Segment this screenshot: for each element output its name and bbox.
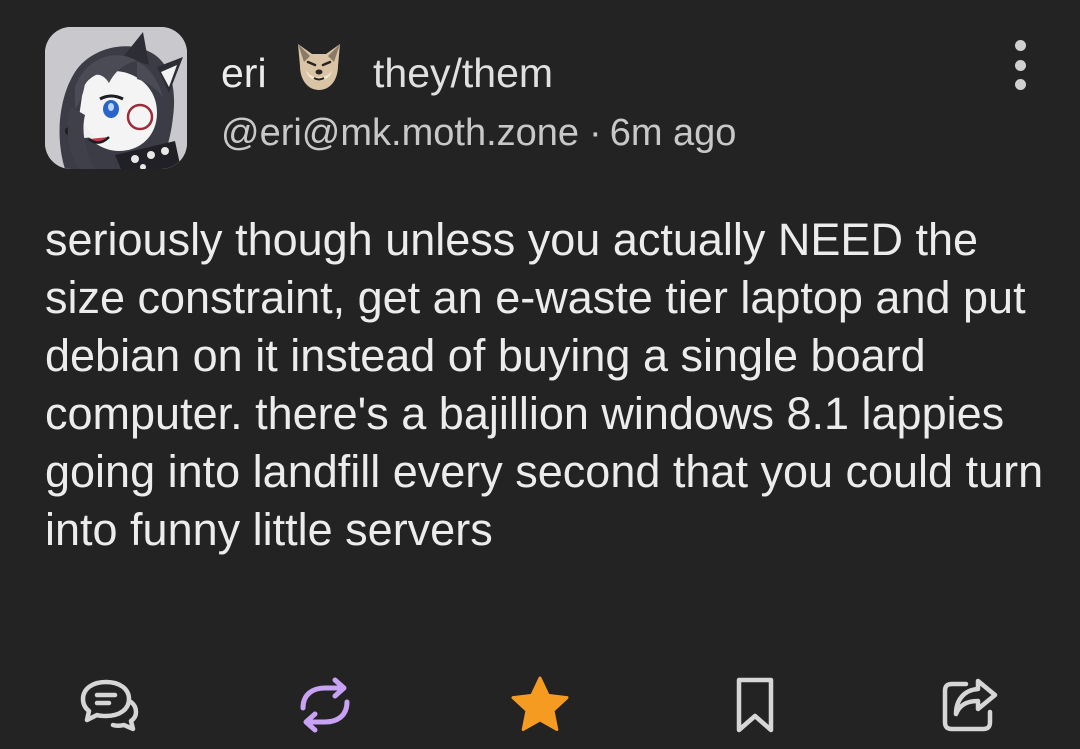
meta-separator: ·	[589, 112, 602, 154]
more-options-icon[interactable]	[1000, 40, 1040, 90]
post-timestamp[interactable]: 6m ago	[610, 112, 737, 154]
author-meta: @eri@mk.moth.zone · 6m ago	[221, 109, 736, 157]
status-post: eri they/them @eri@mk.moth.zone · 6m ago s…	[0, 0, 1080, 749]
boost-icon	[300, 677, 350, 733]
anime-wolf-avatar-image	[45, 27, 187, 169]
favourite-button[interactable]	[505, 670, 575, 740]
share-icon	[942, 678, 998, 732]
more-dot	[1014, 59, 1026, 71]
action-bar	[0, 670, 1080, 740]
post-content: seriously though unless you actually NEE…	[45, 214, 1044, 555]
wolf-face-emoji-icon	[290, 36, 348, 94]
more-dot	[1014, 79, 1026, 90]
account-handle[interactable]: @eri@mk.moth.zone	[221, 112, 579, 154]
pronouns: they/them	[373, 50, 554, 96]
avatar[interactable]	[45, 27, 187, 169]
boost-button[interactable]	[290, 670, 360, 740]
favourite-star-icon	[511, 676, 569, 731]
reply-button[interactable]	[74, 670, 144, 740]
more-dot	[1014, 40, 1026, 51]
display-name[interactable]: eri	[221, 48, 267, 98]
bookmark-icon	[736, 677, 774, 733]
share-button[interactable]	[935, 670, 1005, 740]
bookmark-button[interactable]	[720, 670, 790, 740]
reply-icon	[80, 679, 139, 732]
